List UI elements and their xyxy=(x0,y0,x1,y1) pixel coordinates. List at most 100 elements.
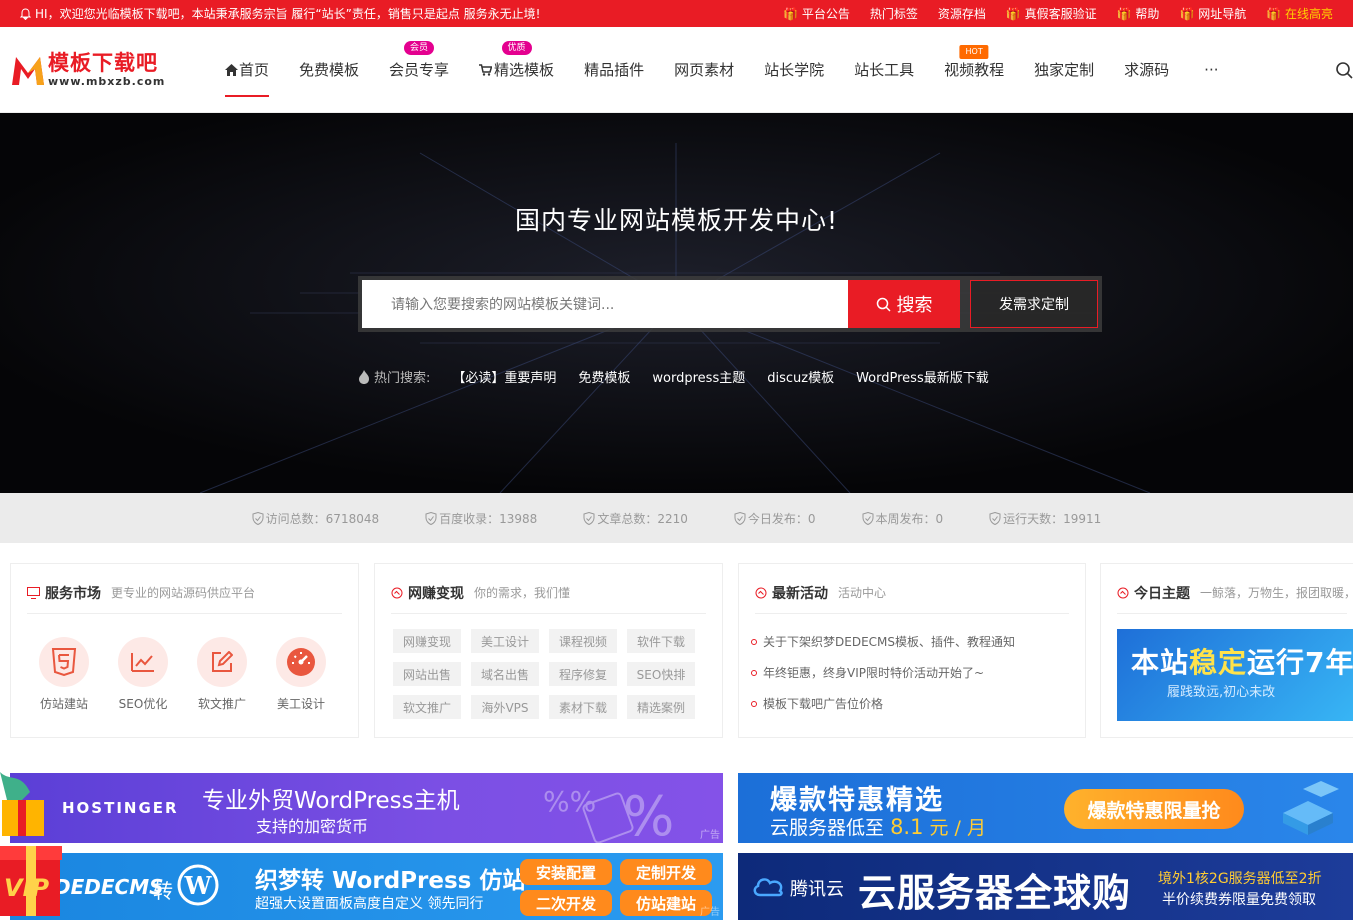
ad-dedecms-wordpress[interactable]: DEDECMS 转 W 织梦转 WordPress 仿站 超强大设置面板高度自定… xyxy=(10,853,723,920)
ad2-line2: 云服务器低至 8.1 元 / 月 xyxy=(770,813,986,840)
hot-search-label: 热门搜索: xyxy=(358,367,430,386)
ad-tencent-cloud[interactable]: 腾讯云 云服务器全球购 境外1核2G服务器低至2折 半价续费券限量免费领取 xyxy=(738,853,1353,920)
hero-search-button[interactable]: 搜索 xyxy=(848,280,960,328)
activity-item[interactable]: 模板下载吧广告位价格 xyxy=(751,695,1085,712)
nav-custom[interactable]: 独家定制 xyxy=(1019,27,1109,113)
activity-text: 关于下架织梦DEDECMS模板、插件、教程通知 xyxy=(763,635,1015,649)
earn-tag[interactable]: SEO快排 xyxy=(627,662,695,686)
hot-tag[interactable]: WordPress最新版下载 xyxy=(856,367,989,386)
activity-item[interactable]: 年终钜惠，终身VIP限时特价活动开始了~ xyxy=(751,664,1085,681)
hot-tag[interactable]: discuz模板 xyxy=(767,367,834,386)
ad2-line1: 爆款特惠精选 xyxy=(770,785,944,816)
ad3-button[interactable]: 定制开发 xyxy=(620,859,712,885)
earn-tag[interactable]: 精选案例 xyxy=(627,695,695,719)
top-link-announcement[interactable]: 🎁 平台公告 xyxy=(783,5,850,22)
gauge-icon xyxy=(276,637,326,687)
earn-tag[interactable]: 程序修复 xyxy=(549,662,617,686)
nav-member[interactable]: 会员 会员专享 xyxy=(374,27,464,113)
top-link-verify[interactable]: 🎁 真假客服验证 xyxy=(1006,5,1097,22)
top-link-label: 热门标签 xyxy=(869,7,918,21)
nav-label: ··· xyxy=(1204,60,1219,79)
nav-label: 免费模板 xyxy=(299,61,360,79)
earn-tag[interactable]: 软件下载 xyxy=(627,629,695,653)
ad3-button[interactable]: 二次开发 xyxy=(520,890,612,916)
search-icon[interactable] xyxy=(1335,61,1353,79)
earn-tag[interactable]: 域名出售 xyxy=(471,662,539,686)
card-subtitle: 你的需求，我们懂 xyxy=(474,586,571,600)
stat-week: 本周发布：0 xyxy=(862,510,943,527)
earn-tag[interactable]: 网赚变现 xyxy=(393,629,461,653)
nav-web-assets[interactable]: 网页素材 xyxy=(659,27,749,113)
top-link-help[interactable]: 🎁 帮助 xyxy=(1117,5,1160,22)
ad3-sub: 超强大设置面板高度自定义 领先同行 xyxy=(255,896,484,912)
stat-text: 访问总数：6718048 xyxy=(265,511,380,526)
nav-label: 视频教程 xyxy=(944,61,1005,79)
hero-search-input[interactable]: 请输入您要搜索的网站模板关键词... xyxy=(362,280,848,328)
earn-tag[interactable]: 海外VPS xyxy=(471,695,539,719)
target-icon xyxy=(391,587,403,598)
nav-label: 精选模板 xyxy=(494,61,555,79)
monitor-icon xyxy=(27,586,40,599)
service-item[interactable]: 软文推广 xyxy=(197,637,247,712)
banner-text: 本站 xyxy=(1131,646,1190,679)
divider xyxy=(1117,613,1347,614)
theme-banner-headline: 本站稳定运行7年 xyxy=(1131,641,1353,681)
hot-tag[interactable]: wordpress主题 xyxy=(652,367,745,386)
nav-label: 独家定制 xyxy=(1034,61,1095,79)
ad3-button[interactable]: 安装配置 xyxy=(520,859,612,885)
top-link-hot-tags[interactable]: 热门标签 xyxy=(870,5,918,22)
nav-label: 站长工具 xyxy=(854,61,915,79)
service-item[interactable]: SEO优化 xyxy=(118,637,168,712)
ad4-title: 云服务器全球购 xyxy=(858,871,1132,915)
service-label: 软文推广 xyxy=(197,697,246,711)
ad-cloud-deal[interactable]: 爆款特惠精选 云服务器低至 8.1 元 / 月 爆款特惠限量抢 xyxy=(738,773,1353,843)
earn-tag[interactable]: 素材下载 xyxy=(549,695,617,719)
card-title-text: 服务市场 xyxy=(45,585,101,602)
hot-searches: 热门搜索: 【必读】重要声明 免费模板 wordpress主题 discuz模板… xyxy=(358,367,989,386)
earn-tag[interactable]: 课程视频 xyxy=(549,629,617,653)
nav-plugins[interactable]: 精品插件 xyxy=(569,27,659,113)
ad2-cta-button[interactable]: 爆款特惠限量抢 xyxy=(1064,789,1244,829)
nav-video-tutorials[interactable]: HOT 视频教程 xyxy=(929,27,1019,113)
earn-tag[interactable]: 美工设计 xyxy=(471,629,539,653)
service-item[interactable]: 美工设计 xyxy=(276,637,326,712)
site-logo[interactable]: 模板下载吧 www.mbxzb.com xyxy=(10,52,210,87)
divider xyxy=(391,613,706,614)
top-link-nav[interactable]: 🎁 网址导航 xyxy=(1179,5,1246,22)
svg-text:%%: %% xyxy=(543,785,596,818)
nav-free-templates[interactable]: 免费模板 xyxy=(284,27,374,113)
custom-request-button[interactable]: 发需求定制 xyxy=(970,280,1098,328)
nav-label: 求源码 xyxy=(1124,61,1170,79)
stat-text: 百度收录：13988 xyxy=(439,511,538,526)
hot-tag[interactable]: 【必读】重要声明 xyxy=(452,367,556,386)
tencent-cloud-logo-icon xyxy=(753,878,783,897)
divider xyxy=(755,613,1069,614)
gift-box-icon[interactable]: VIP xyxy=(0,762,62,920)
hero-search: 请输入您要搜索的网站模板关键词... 搜索 发需求定制 xyxy=(358,276,1102,332)
site-stats: 访问总数：6718048 百度收录：13988 文章总数：2210 今日发布：0… xyxy=(0,493,1353,543)
shield-check-icon xyxy=(734,511,746,525)
top-link-label: 在线高亮 xyxy=(1284,7,1333,21)
nav-academy[interactable]: 站长学院 xyxy=(749,27,839,113)
banner-text: 运行7年 xyxy=(1247,646,1353,679)
nav-more[interactable]: ··· xyxy=(1184,27,1233,113)
activity-item[interactable]: 关于下架织梦DEDECMS模板、插件、教程通知 xyxy=(751,633,1085,650)
hostinger-brand: HOSTINGER xyxy=(62,799,179,817)
svg-text:VIP: VIP xyxy=(4,874,50,902)
service-item[interactable]: 仿站建站 xyxy=(39,637,89,712)
hot-tag[interactable]: 免费模板 xyxy=(578,367,630,386)
ad1-line2: 支持的加密货币 xyxy=(256,817,369,836)
top-link-highlight[interactable]: 🎁 在线高亮 xyxy=(1266,5,1333,22)
welcome-text: HI，欢迎您光临模板下载吧，本站秉承服务宗旨 履行“站长”责任，销售只是起点 服… xyxy=(35,7,541,21)
earn-tag[interactable]: 网站出售 xyxy=(393,662,461,686)
top-link-archive[interactable]: 资源存档 xyxy=(938,5,986,22)
nav-label: 首页 xyxy=(239,61,270,79)
nav-home[interactable]: 首页 xyxy=(210,27,284,113)
theme-banner[interactable]: 本站稳定运行7年 履践致远,初心未改 xyxy=(1117,629,1353,721)
earn-tag[interactable]: 软文推广 xyxy=(393,695,461,719)
nav-selected-templates[interactable]: 优质 精选模板 xyxy=(464,27,569,113)
nav-tools[interactable]: 站长工具 xyxy=(839,27,929,113)
ad-hostinger[interactable]: HOSTINGER 专业外贸WordPress主机 支持的加密货币 %%% 广告 xyxy=(10,773,723,843)
ad3-button[interactable]: 仿站建站 xyxy=(620,890,712,916)
nav-request-source[interactable]: 求源码 xyxy=(1109,27,1184,113)
